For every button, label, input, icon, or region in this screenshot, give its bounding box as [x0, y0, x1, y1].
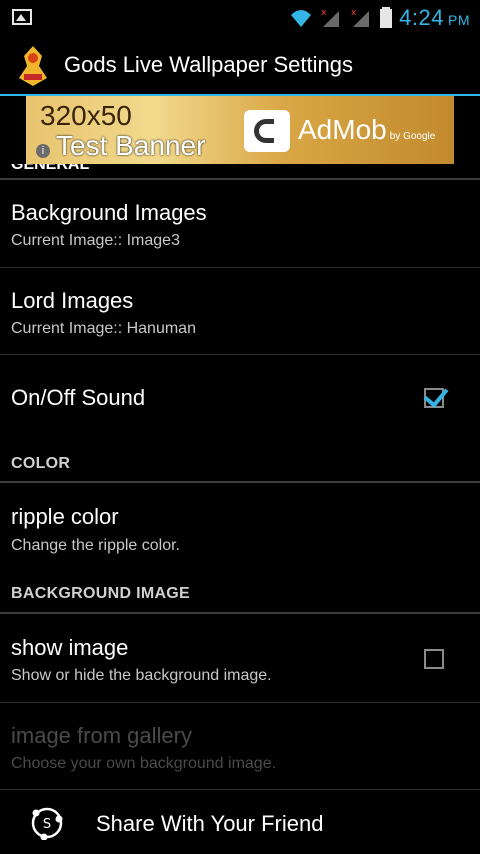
admob-logo-icon	[244, 110, 290, 152]
status-bar: x x 4:24 PM	[0, 0, 480, 36]
pref-ripple-color[interactable]: ripple color Change the ripple color.	[0, 484, 480, 570]
pref-show-image[interactable]: show image Show or hide the background i…	[0, 614, 480, 702]
divider	[0, 481, 480, 483]
image-icon	[12, 9, 32, 25]
category-background-image: BACKGROUND IMAGE	[11, 585, 191, 602]
svg-text:S: S	[43, 817, 51, 832]
ad-size-label: 320x50	[40, 100, 132, 131]
share-icon: S	[31, 807, 63, 840]
pref-image-from-gallery: image from gallery Choose your own backg…	[0, 703, 480, 789]
status-icons: x x 4:24 PM	[289, 4, 470, 32]
share-button[interactable]: S Share With Your Friend	[0, 792, 480, 854]
category-general: GENERAL	[11, 164, 89, 172]
check-icon	[423, 382, 449, 408]
app-icon[interactable]	[14, 44, 52, 88]
wifi-icon	[291, 10, 312, 27]
pref-summary: Choose your own background image.	[11, 755, 277, 772]
pref-title: On/Off Sound	[11, 385, 146, 410]
pref-title: show image	[11, 635, 129, 660]
sound-checkbox[interactable]	[423, 382, 449, 408]
svg-text:x: x	[351, 8, 357, 18]
pref-summary: Change the ripple color.	[11, 537, 180, 554]
pref-title: image from gallery	[11, 723, 192, 748]
action-bar: Gods Live Wallpaper Settings	[0, 36, 480, 96]
page-title: Gods Live Wallpaper Settings	[64, 52, 353, 77]
pref-sound[interactable]: On/Off Sound	[0, 355, 480, 441]
svg-text:x: x	[321, 8, 327, 18]
ad-test-label: Test Banner	[56, 130, 206, 161]
pref-summary: Current Image:: Hanuman	[11, 320, 196, 337]
pref-summary: Current Image:: Image3	[11, 232, 180, 249]
battery-icon	[380, 7, 393, 28]
category-color: COLOR	[11, 455, 71, 472]
pref-lord-images[interactable]: Lord Images Current Image:: Hanuman	[0, 268, 480, 354]
clock: 4:24 PM	[399, 5, 470, 30]
pref-title: ripple color	[11, 504, 119, 529]
signal-icon: x	[321, 8, 340, 27]
info-icon[interactable]: i	[36, 144, 50, 158]
pref-summary: Show or hide the background image.	[11, 667, 272, 684]
pref-background-images[interactable]: Background Images Current Image:: Image3	[0, 180, 480, 266]
pref-title: Background Images	[11, 200, 207, 225]
show-image-checkbox[interactable]	[424, 649, 444, 669]
divider	[0, 789, 480, 790]
signal-icon: x	[351, 8, 370, 27]
share-label: Share With Your Friend	[96, 811, 324, 836]
ad-banner[interactable]: 320x50 i Test Banner AdMob by Google	[26, 96, 454, 164]
ad-brand: AdMob by Google	[298, 114, 436, 145]
pref-title: Lord Images	[11, 288, 134, 313]
